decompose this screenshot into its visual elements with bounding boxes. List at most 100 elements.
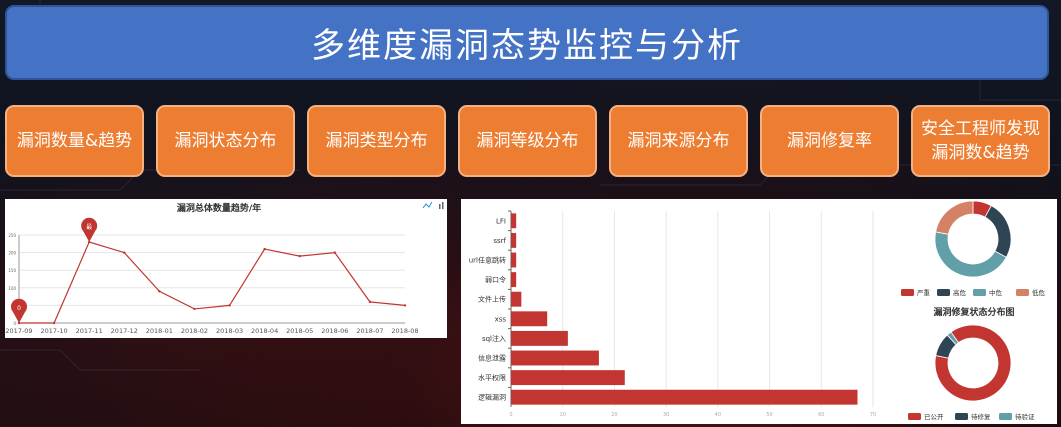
legend-swatch — [1016, 289, 1029, 296]
x-tick-label: 50 — [766, 412, 772, 418]
data-point[interactable] — [403, 304, 407, 307]
legend-swatch — [955, 413, 968, 420]
chart-title: 漏洞修复状态分布图 — [933, 306, 1014, 318]
x-tick-label: 10 — [560, 412, 566, 418]
bar[interactable] — [511, 252, 517, 268]
y-tick-label: 150 — [8, 268, 16, 273]
data-point[interactable] — [368, 300, 372, 304]
x-tick-label: 2018-01 — [146, 327, 173, 335]
x-tick-label: 2017-09 — [5, 327, 32, 335]
legend-item[interactable]: 待修复 — [955, 412, 991, 421]
bar[interactable] — [511, 272, 517, 288]
category-label: ssrf — [493, 237, 506, 245]
legend-item[interactable]: 高危 — [937, 288, 967, 297]
bar[interactable] — [511, 330, 568, 346]
legend-item[interactable]: 待验证 — [999, 412, 1035, 421]
legend-swatch — [937, 289, 950, 296]
marker-label: 最 — [86, 224, 92, 231]
page-title-banner: 多维度漏洞态势监控与分析 — [5, 5, 1049, 80]
nav-button-vuln-count-trend[interactable]: 漏洞数量&趋势 — [5, 105, 144, 177]
legend-swatch — [999, 413, 1012, 420]
legend-item[interactable]: 低危 — [1016, 288, 1046, 297]
legend-label: 严重 — [917, 289, 931, 297]
bar[interactable] — [511, 370, 625, 386]
x-tick-label: 2018-08 — [391, 327, 418, 335]
category-label: xss — [495, 315, 507, 323]
x-tick-label: 30 — [663, 412, 669, 418]
legend-label: 待修复 — [971, 412, 991, 421]
bar[interactable] — [511, 232, 517, 248]
category-label: sql注入 — [482, 334, 506, 343]
data-point[interactable] — [193, 307, 196, 311]
pie-slice[interactable] — [984, 205, 1012, 258]
chart-title: 漏洞总体数量趋势/年 — [177, 202, 261, 214]
data-point[interactable] — [263, 247, 266, 251]
line-chart: 漏洞总体数量趋势/年0501001502002502017-092017-102… — [5, 201, 444, 335]
x-tick-label: 60 — [818, 412, 824, 418]
legend-label: 待验证 — [1015, 412, 1035, 421]
x-tick-label: 2018-07 — [356, 327, 383, 335]
marker-label: 0 — [17, 305, 21, 312]
y-tick-label: 100 — [8, 286, 16, 291]
bar[interactable] — [511, 389, 858, 405]
nav-button-vuln-status[interactable]: 漏洞状态分布 — [156, 105, 295, 177]
nav-button-engineer-findings[interactable]: 安全工程师发现 漏洞数&趋势 — [911, 105, 1050, 177]
legend-swatch — [973, 289, 986, 296]
category-label: 水平权限 — [478, 373, 506, 382]
bar[interactable] — [511, 350, 599, 366]
x-tick-label: 2018-04 — [251, 327, 278, 335]
nav-button-vuln-type[interactable]: 漏洞类型分布 — [307, 105, 446, 177]
nav-button-vuln-level[interactable]: 漏洞等级分布 — [458, 105, 597, 177]
distribution-charts: 0 10 20 30 40 50 60 70 LFI ssrf url任意跳转弱口令文件上传 xss s… — [469, 200, 1046, 421]
x-tick-label: 40 — [715, 412, 721, 418]
x-tick-label: 2017-11 — [76, 327, 103, 335]
marker-pin: 0 — [11, 298, 27, 323]
legend-label: 已公开 — [924, 413, 944, 421]
x-tick-label: 2018-06 — [321, 327, 348, 335]
bar-chart-icon[interactable] — [439, 202, 444, 209]
category-label: url任意跳转 — [469, 256, 506, 265]
legend-item[interactable]: 中危 — [973, 288, 1003, 297]
nav-button-fix-rate[interactable]: 漏洞修复率 — [760, 105, 899, 177]
x-tick-label: 2017-12 — [111, 327, 138, 335]
data-point[interactable] — [52, 321, 56, 325]
marker-pin: 最 — [81, 217, 98, 243]
series-line — [19, 241, 406, 324]
bar[interactable] — [511, 291, 522, 307]
data-point[interactable] — [123, 251, 126, 254]
x-tick-label: 0 — [509, 412, 512, 418]
y-tick-label: 0 — [13, 321, 16, 326]
category-label: 逻辑漏洞 — [478, 393, 506, 402]
data-point[interactable] — [158, 290, 161, 293]
x-tick-label: 2017-10 — [41, 327, 68, 335]
legend-swatch — [908, 413, 921, 420]
x-tick-label: 2018-02 — [181, 327, 208, 335]
y-tick-label: 200 — [8, 251, 16, 256]
legend-item[interactable]: 已公开 — [908, 413, 944, 421]
pie-slice[interactable] — [934, 231, 1007, 278]
legend-label: 低危 — [1032, 288, 1046, 297]
data-point[interactable] — [298, 254, 301, 258]
page-title: 多维度漏洞态势监控与分析 — [311, 26, 743, 66]
x-tick-label: 2018-03 — [216, 327, 243, 335]
nav-button-vuln-source[interactable]: 漏洞来源分布 — [609, 105, 748, 177]
line-chart-panel: 漏洞总体数量趋势/年0501001502002502017-092017-102… — [5, 199, 447, 338]
data-point[interactable] — [228, 304, 231, 307]
legend-label: 中危 — [989, 288, 1003, 297]
x-tick-label: 20 — [611, 412, 617, 418]
category-label: 弱口令 — [485, 275, 506, 284]
y-tick-label: 250 — [8, 233, 16, 238]
bar[interactable] — [511, 311, 548, 327]
legend-item[interactable]: 严重 — [901, 289, 931, 297]
bar[interactable] — [511, 213, 517, 229]
category-label: LFI — [496, 217, 506, 225]
category-label: 信息泄露 — [478, 354, 506, 363]
line-chart-icon[interactable] — [422, 201, 433, 209]
data-point[interactable] — [333, 251, 337, 254]
category-label: 文件上传 — [478, 295, 506, 304]
distribution-panel: 0 10 20 30 40 50 60 70 LFI ssrf url任意跳转弱口令文件上传 xss s… — [461, 199, 1057, 424]
legend-label: 高危 — [953, 288, 967, 297]
legend-swatch — [901, 289, 914, 296]
x-tick-label: 70 — [870, 412, 876, 418]
pie-slice[interactable] — [935, 200, 974, 235]
